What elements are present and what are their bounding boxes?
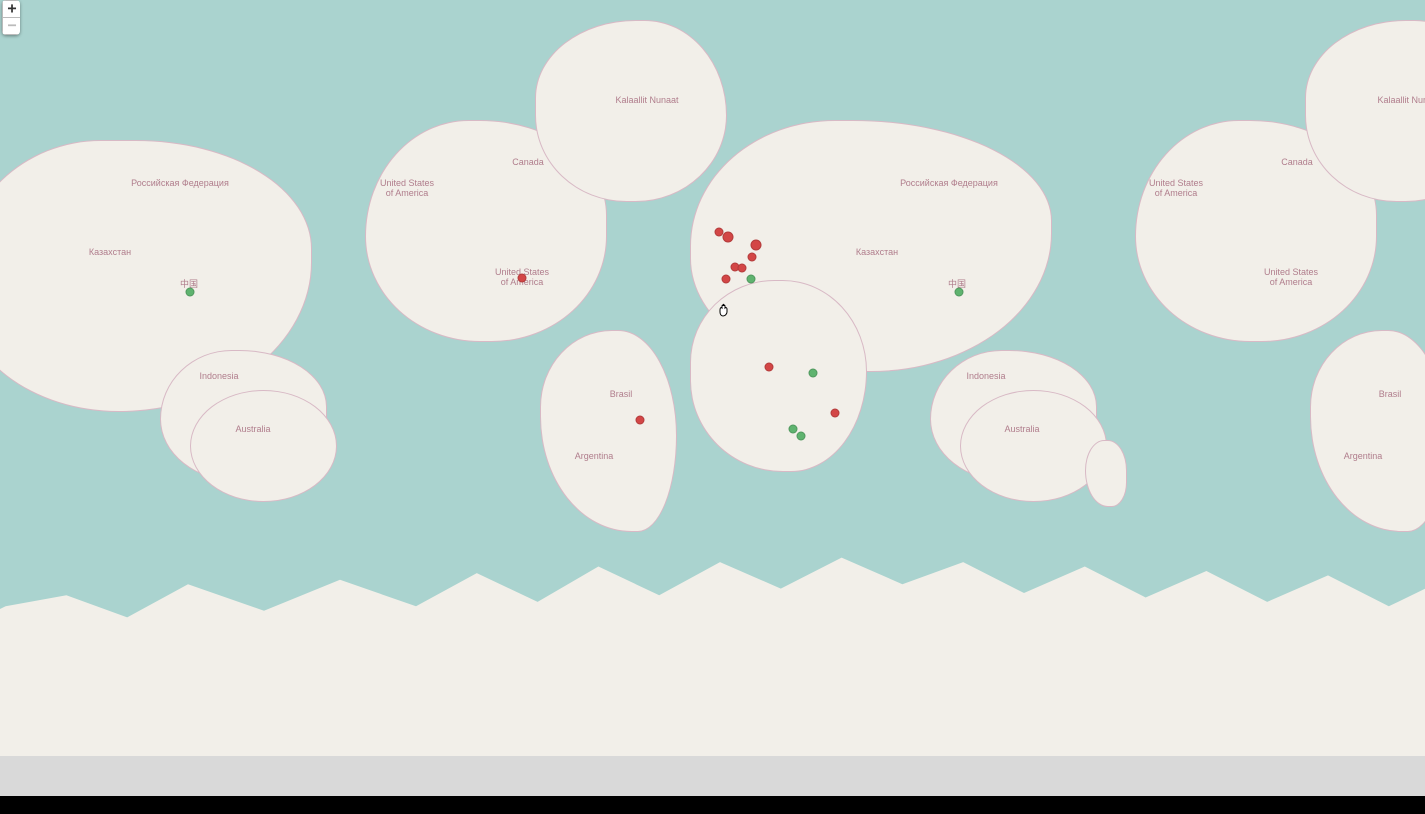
map-marker[interactable] bbox=[723, 232, 734, 243]
map-marker[interactable] bbox=[748, 253, 757, 262]
zoom-out-button[interactable]: − bbox=[2, 18, 20, 35]
landmass bbox=[1085, 440, 1127, 507]
map-marker[interactable] bbox=[955, 288, 964, 297]
map-marker[interactable] bbox=[518, 274, 527, 283]
map-marker[interactable] bbox=[722, 275, 731, 284]
landmass bbox=[190, 390, 337, 502]
map-marker[interactable] bbox=[636, 416, 645, 425]
map-marker[interactable] bbox=[831, 409, 840, 418]
landmass bbox=[690, 280, 867, 472]
landmass bbox=[960, 390, 1107, 502]
map-viewport[interactable]: Российская ФедерацияКазахстан中国Indonesia… bbox=[0, 0, 1425, 814]
zoom-control: + − bbox=[2, 0, 20, 35]
map-marker[interactable] bbox=[797, 432, 806, 441]
map-marker[interactable] bbox=[747, 275, 756, 284]
footer-bar bbox=[0, 796, 1425, 814]
map-surface[interactable]: Российская ФедерацияКазахстан中国Indonesia… bbox=[0, 0, 1425, 756]
landmass bbox=[535, 20, 727, 202]
map-marker[interactable] bbox=[809, 369, 818, 378]
map-marker[interactable] bbox=[751, 240, 762, 251]
below-map-strip bbox=[0, 756, 1425, 796]
map-marker[interactable] bbox=[765, 363, 774, 372]
map-marker[interactable] bbox=[789, 425, 798, 434]
map-marker[interactable] bbox=[738, 264, 747, 273]
map-marker[interactable] bbox=[186, 288, 195, 297]
